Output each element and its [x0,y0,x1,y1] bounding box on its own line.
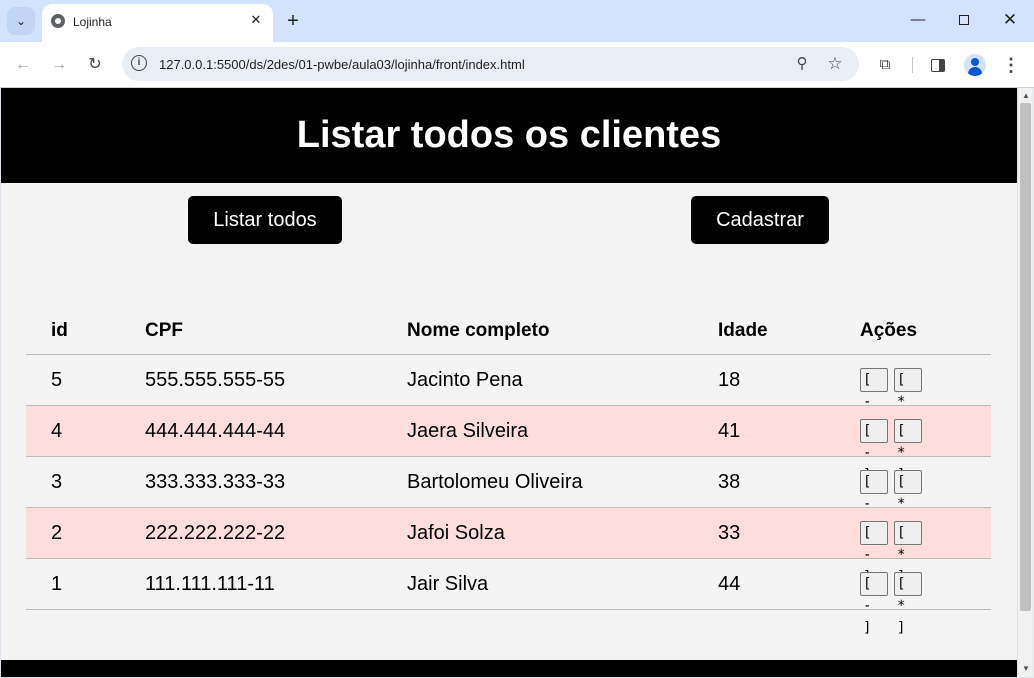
maximize-icon[interactable] [949,8,979,32]
cell-nome: Bartolomeu Oliveira [407,471,583,493]
site-info-icon[interactable]: i [131,55,147,71]
header-id: id [51,320,68,341]
edit-button[interactable]: [ * ] [894,521,922,585]
header-idade: Idade [718,320,768,341]
cell-cpf: 444.444.444-44 [145,420,286,442]
vertical-scrollbar[interactable]: ▲ ▼ [1017,88,1033,677]
page-footer [1,660,1017,677]
cell-idade: 44 [718,573,741,595]
forward-arrow-icon[interactable]: → [46,52,72,78]
page-viewport: Listar todos os clientes Listar todos Ca… [1,88,1017,677]
back-arrow-icon[interactable]: ← [10,52,36,78]
list-all-button[interactable]: Listar todos [188,196,342,244]
delete-button[interactable]: [ - ] [860,572,888,636]
scrollbar-thumb[interactable] [1020,103,1031,611]
clients-table: id CPF Nome completo Idade Ações 5 555.5… [26,304,991,636]
cell-id: 4 [51,420,63,442]
extensions-puzzle-icon[interactable]: ⧉ [872,52,898,78]
edit-button[interactable]: [ * ] [894,572,922,636]
cell-idade: 38 [718,471,741,493]
cell-id: 5 [51,369,63,391]
cell-idade: 18 [718,369,741,391]
table-row: 3 333.333.333-33 Bartolomeu Oliveira 38 … [26,457,991,534]
edit-button[interactable]: [ * ] [894,470,922,534]
minimize-icon[interactable]: — [903,8,933,32]
bookmark-star-icon[interactable]: ☆ [825,54,845,74]
cell-nome: Jafoi Solza [407,522,505,544]
table-row: 2 222.222.222-22 Jafoi Solza 33 [ - ] [ … [26,508,991,585]
address-bar[interactable]: i 127.0.0.1:5500/ds/2des/01-pwbe/aula03/… [122,47,859,81]
url-text[interactable]: 127.0.0.1:5500/ds/2des/01-pwbe/aula03/lo… [159,57,525,72]
profile-avatar-icon[interactable] [964,54,986,76]
page-title: Listar todos os clientes [296,114,722,156]
scroll-up-icon[interactable]: ▲ [1021,91,1031,101]
table-row: 4 444.444.444-44 Jaera Silveira 41 [ - ]… [26,406,991,483]
table-header-row: id CPF Nome completo Idade Ações [26,304,991,355]
new-tab-plus-icon[interactable]: + [283,9,303,33]
tab-title: Lojinha [73,15,112,29]
register-button[interactable]: Cadastrar [691,196,829,244]
table-row: 1 111.111.111-11 Jair Silva 44 [ - ] [ *… [26,559,991,636]
close-tab-icon[interactable]: ✕ [247,11,265,29]
cell-id: 3 [51,471,63,493]
globe-icon [51,14,65,28]
zoom-icon[interactable]: ⚲ [792,54,812,74]
delete-button[interactable]: [ - ] [860,470,888,534]
scroll-down-icon[interactable]: ▼ [1021,664,1031,674]
kebab-menu-icon[interactable]: ⋮ [998,52,1024,78]
delete-button[interactable]: [ - ] [860,521,888,585]
edit-button[interactable]: [ * ] [894,419,922,483]
toolbar-divider [912,57,913,73]
cell-nome: Jair Silva [407,573,489,595]
cell-idade: 41 [718,420,741,442]
edit-button[interactable]: [ * ] [894,368,922,432]
cell-cpf: 222.222.222-22 [145,522,286,544]
cell-cpf: 555.555.555-55 [145,369,286,391]
browser-toolbar: ← → ↻ i 127.0.0.1:5500/ds/2des/01-pwbe/a… [0,42,1034,88]
browser-tab[interactable]: Lojinha ✕ [42,4,273,42]
cell-nome: Jaera Silveira [407,420,529,442]
window-close-icon[interactable]: ✕ [995,8,1025,32]
cell-cpf: 333.333.333-33 [145,471,286,493]
tab-strip: ⌄ Lojinha ✕ + — ✕ [0,0,1034,42]
side-panel-icon[interactable] [925,52,951,78]
header-acoes: Ações [860,320,918,341]
tab-search-dropdown-icon[interactable]: ⌄ [7,7,35,35]
page-header: Listar todos os clientes [1,88,1017,183]
table-row: 5 555.555.555-55 Jacinto Pena 18 [ - ] [… [26,355,991,432]
cell-id: 1 [51,573,63,595]
reload-icon[interactable]: ↻ [82,52,108,78]
cell-cpf: 111.111.111-11 [145,573,275,595]
header-nome: Nome completo [407,320,550,341]
header-cpf: CPF [145,320,183,341]
cell-idade: 33 [718,522,741,544]
delete-button[interactable]: [ - ] [860,368,888,432]
delete-button[interactable]: [ - ] [860,419,888,483]
cell-id: 2 [51,522,63,544]
cell-nome: Jacinto Pena [407,369,523,391]
